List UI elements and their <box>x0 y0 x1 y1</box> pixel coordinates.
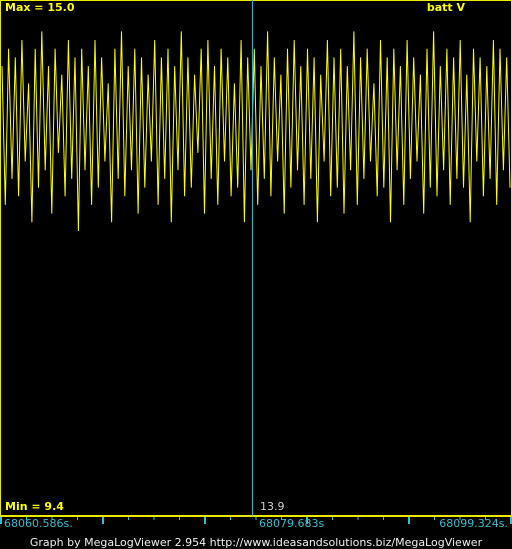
footer-credit: Graph by MegaLogViewer 2.954 http://www.… <box>0 536 512 549</box>
time-axis <box>0 516 512 524</box>
time-label-cursor: 68079.683s <box>259 517 325 530</box>
series-line-batt-v <box>1 31 511 232</box>
time-label-end: 68099.324s. <box>439 517 508 530</box>
max-label: Max = 15.0 <box>5 1 75 14</box>
trace-canvas[interactable] <box>0 0 512 516</box>
series-label: batt V <box>426 1 465 14</box>
time-label-start: 68060.586s. <box>4 517 73 530</box>
cursor-value: 13.9 <box>260 500 285 513</box>
min-label: Min = 9.4 <box>5 500 64 513</box>
